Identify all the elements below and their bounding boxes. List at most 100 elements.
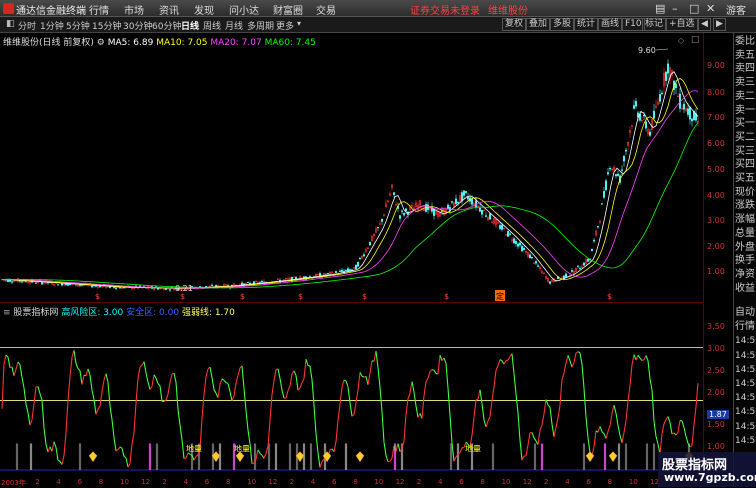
oscillator-seg <box>508 356 510 360</box>
sidebar-item[interactable]: 卖二 <box>735 91 755 103</box>
menu-faxian[interactable]: 发现 <box>194 2 214 17</box>
oscillator-seg <box>82 375 84 384</box>
tool-diejia[interactable]: 叠加 <box>526 18 550 31</box>
period-60min[interactable]: 60分钟 <box>152 19 181 32</box>
sidebar-item[interactable]: 净资 <box>735 269 755 281</box>
menu-caifuquan[interactable]: 财富圈 <box>273 2 303 17</box>
sidebar-item[interactable]: 买三 <box>735 146 755 158</box>
close-icon[interactable]: ✕ <box>706 2 715 15</box>
candle-body <box>355 265 356 269</box>
sidebar-item[interactable]: 涨幅 <box>735 214 755 226</box>
kline-panel[interactable]: 9.600.21$$$$$$$$定 维维股份(日线 前复权) ⚙ MA5: 6.… <box>0 33 703 303</box>
candle-body <box>501 225 502 230</box>
oscillator-seg <box>274 369 276 380</box>
tool-add-watchlist[interactable]: +自选 <box>666 18 698 31</box>
menu-shichang[interactable]: 市场 <box>124 2 144 17</box>
date-tick: 6 <box>586 478 590 486</box>
date-tick: 8 <box>480 478 484 486</box>
menu-wenxiaoda[interactable]: 问小达 <box>229 2 259 17</box>
guest-label[interactable]: 游客 <box>726 2 746 17</box>
menu-zixun[interactable]: 资讯 <box>159 2 179 17</box>
period-daily[interactable]: 日线 <box>181 19 199 32</box>
oscillator-seg <box>138 367 140 378</box>
sidebar-item[interactable]: 现价 <box>735 187 755 199</box>
oscillator-seg <box>664 420 666 424</box>
sidebar-lower-item: 14:56 <box>735 435 756 447</box>
period-1min[interactable]: 1分钟 <box>40 19 64 32</box>
tool-huaxian[interactable]: 画线 <box>598 18 622 31</box>
tool-duogu[interactable]: 多股 <box>550 18 574 31</box>
date-tick: 6 <box>459 478 463 486</box>
period-more[interactable]: 更多 <box>276 19 294 32</box>
sidebar-item[interactable]: 卖四 <box>735 63 755 75</box>
oscillator-seg <box>642 360 644 361</box>
period-monthly[interactable]: 月线 <box>225 19 243 32</box>
oscillator-seg <box>656 436 658 444</box>
sidebar-item[interactable]: 卖五 <box>735 50 755 62</box>
minimize-icon[interactable]: – <box>672 2 678 15</box>
candle-body <box>393 192 394 194</box>
sidebar-item[interactable]: 买一 <box>735 118 755 130</box>
period-fenshi[interactable]: 分时 <box>18 19 36 32</box>
indicator-list-icon[interactable]: ≡ <box>3 308 11 318</box>
more-chevron-icon[interactable]: ▾ <box>297 19 301 28</box>
stock-link[interactable]: 维维股份 <box>488 2 528 17</box>
sidebar-item[interactable]: 委比 <box>735 36 755 48</box>
expand-icon[interactable]: □ <box>691 35 700 45</box>
sidebar-item[interactable]: 买二 <box>735 132 755 144</box>
dividend-marker: $ <box>362 292 367 301</box>
oscillator-seg <box>40 394 42 400</box>
sidebar-item[interactable]: 收益 <box>735 283 755 295</box>
candle-body <box>515 241 516 244</box>
menu-hangqing[interactable]: 行情 <box>89 2 109 17</box>
oscillator-seg <box>350 403 352 416</box>
oscillator-seg <box>484 420 486 427</box>
restore-icon[interactable]: □ <box>689 2 699 15</box>
sidebar-item[interactable]: 买五 <box>735 173 755 185</box>
tool-tongji[interactable]: 统计 <box>574 18 598 31</box>
oscillator-seg <box>610 413 612 425</box>
candle-body <box>617 174 618 176</box>
menu-jiaoyi[interactable]: 交易 <box>316 2 336 17</box>
sidebar-item[interactable]: 买四 <box>735 159 755 171</box>
trade-login-alert[interactable]: 证券交易未登录 <box>410 2 480 17</box>
period-5min[interactable]: 5分钟 <box>66 19 90 32</box>
watermark-url: www.7gpzb.com <box>664 471 756 484</box>
oscillator-seg <box>322 459 324 461</box>
nav-left-icon[interactable]: ◀ <box>698 18 711 31</box>
tool-fuquan[interactable]: 复权 <box>502 18 526 31</box>
date-tick: 10 <box>374 478 383 486</box>
price-tick: 5.00 <box>707 165 725 174</box>
diamond-icon[interactable]: ◇ <box>678 36 684 45</box>
sidebar-item[interactable]: 总量 <box>735 228 755 240</box>
tool-biaoji[interactable]: 标记 <box>642 18 666 31</box>
sidebar-item[interactable]: 外盘 <box>735 242 755 254</box>
oscillator-seg <box>354 403 356 415</box>
layout-icon[interactable]: ◧ <box>6 19 15 29</box>
oscillator-seg <box>302 379 304 383</box>
sidebar-item[interactable]: 换手 <box>735 255 755 267</box>
nav-right-icon[interactable]: ▶ <box>713 18 726 31</box>
oscillator-seg <box>486 421 488 427</box>
indicator-panel[interactable]: 地量地量地量 ≡ 股票指标网 高风险区: 3.00 安全区: 0.00 强弱线:… <box>0 304 703 479</box>
candle-body <box>199 286 200 287</box>
oscillator-seg <box>154 375 156 378</box>
candle-body <box>529 255 530 258</box>
period-weekly[interactable]: 周线 <box>203 19 221 32</box>
candle-body <box>455 199 456 204</box>
quote-sidebar[interactable]: 委比卖五卖四卖三卖二卖一买一买二买三买四买五现价涨跌涨幅总量外盘换手净资收益自动… <box>733 33 756 487</box>
oscillator-seg <box>264 454 266 459</box>
oscillator-seg <box>564 363 566 373</box>
date-tick: 4 <box>438 478 442 486</box>
period-30min[interactable]: 30分钟 <box>123 19 152 32</box>
period-multi[interactable]: 多周期 <box>247 19 274 32</box>
period-15min[interactable]: 15分钟 <box>92 19 121 32</box>
sidebar-item[interactable]: 卖一 <box>735 105 755 117</box>
menu-icon[interactable]: ▤ <box>655 2 665 15</box>
sidebar-item[interactable]: 涨跌 <box>735 200 755 212</box>
oscillator-seg <box>46 444 48 452</box>
chart-settings-icon[interactable]: ⚙ <box>97 38 105 48</box>
oscillator-seg <box>622 433 624 443</box>
sidebar-item[interactable]: 卖三 <box>735 77 755 89</box>
oscillator-seg <box>514 374 516 394</box>
